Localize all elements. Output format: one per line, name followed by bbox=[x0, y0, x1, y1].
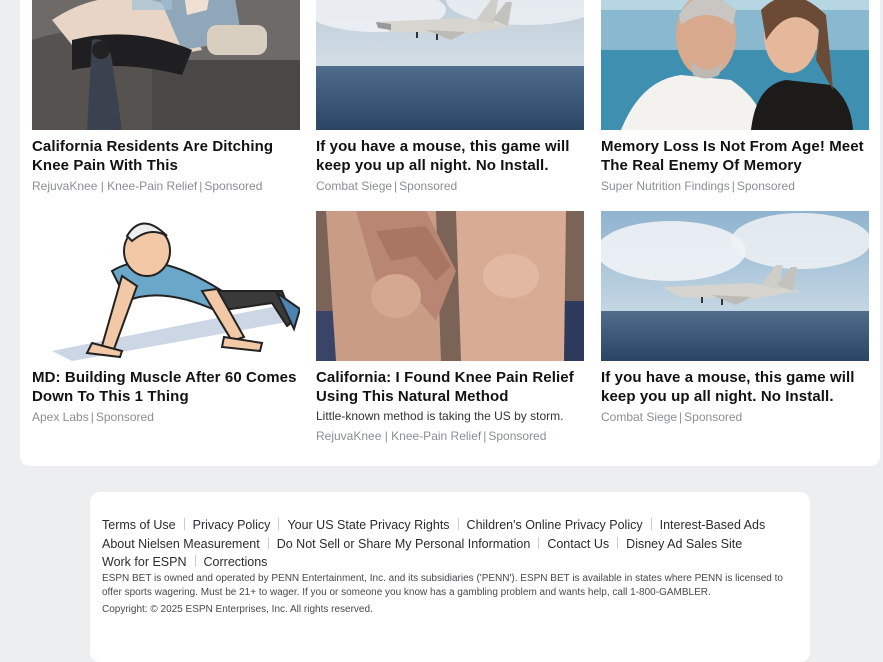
ad-source-name[interactable]: Combat Siege bbox=[601, 410, 677, 424]
footer-links-row: Work for ESPN Corrections bbox=[102, 553, 802, 572]
ad-title[interactable]: MD: Building Muscle After 60 Comes Down … bbox=[32, 368, 300, 406]
sponsored-label: Sponsored bbox=[488, 429, 547, 443]
footer-links: Terms of Use Privacy Policy Your US State … bbox=[102, 516, 802, 572]
divider bbox=[617, 536, 619, 549]
ad-title[interactable]: Memory Loss Is Not From Age! Meet The Re… bbox=[601, 137, 869, 175]
divider bbox=[538, 536, 540, 549]
ad-card[interactable]: Memory Loss Is Not From Age! Meet The Re… bbox=[601, 0, 869, 194]
fighter-jet-photo-icon bbox=[316, 0, 584, 130]
pushup-illustration-icon bbox=[32, 211, 300, 361]
legal-disclaimer: ESPN BET is owned and operated by PENN E… bbox=[102, 573, 783, 598]
footer-links-row: Terms of Use Privacy Policy Your US State … bbox=[102, 516, 802, 535]
divider bbox=[457, 518, 459, 530]
footer-link-do-not-sell[interactable]: Do Not Sell or Share My Personal Informa… bbox=[277, 535, 531, 554]
separator: | bbox=[394, 179, 398, 193]
ad-source[interactable]: Combat Siege | Sponsored bbox=[601, 410, 869, 425]
separator: | bbox=[483, 429, 487, 443]
divider bbox=[267, 536, 269, 549]
ad-source[interactable]: RejuvaKnee | Knee-Pain Relief | Sponsored bbox=[32, 179, 300, 194]
divider bbox=[194, 555, 196, 567]
ad-source-name[interactable]: RejuvaKnee | Knee-Pain Relief bbox=[316, 429, 481, 443]
ad-image-couple[interactable] bbox=[601, 0, 869, 130]
ad-source-name[interactable]: Combat Siege bbox=[316, 179, 392, 193]
sponsored-label: Sponsored bbox=[684, 410, 743, 424]
divider bbox=[278, 518, 280, 530]
ad-source[interactable]: RejuvaKnee | Knee-Pain Relief | Sponsored bbox=[316, 429, 584, 444]
footer-link-childrens-privacy[interactable]: Children's Online Privacy Policy bbox=[467, 516, 643, 535]
ad-image-pushup[interactable] bbox=[32, 211, 300, 361]
ad-title[interactable]: California: I Found Knee Pain Relief Usi… bbox=[316, 368, 584, 406]
couple-portrait-photo-icon bbox=[601, 0, 869, 130]
copyright-text: Copyright: © 2025 ESPN Enterprises, Inc.… bbox=[102, 604, 373, 615]
ad-card[interactable]: If you have a mouse, this game will keep… bbox=[316, 0, 584, 194]
fighter-jet-photo-icon bbox=[601, 211, 869, 361]
separator: | bbox=[90, 410, 94, 424]
ad-title[interactable]: If you have a mouse, this game will keep… bbox=[316, 137, 584, 175]
ad-title[interactable]: If you have a mouse, this game will keep… bbox=[601, 368, 869, 406]
footer-link-state-privacy[interactable]: Your US State Privacy Rights bbox=[287, 516, 449, 535]
site-footer: Terms of Use Privacy Policy Your US State … bbox=[90, 492, 810, 662]
sponsored-ads-panel: California Residents Are Ditching Knee P… bbox=[20, 0, 880, 466]
ad-source-name[interactable]: RejuvaKnee | Knee-Pain Relief bbox=[32, 179, 197, 193]
footer-link-contact[interactable]: Contact Us bbox=[547, 535, 609, 554]
sponsored-label: Sponsored bbox=[399, 179, 458, 193]
knee-brace-photo-icon bbox=[32, 0, 300, 130]
separator: | bbox=[679, 410, 683, 424]
separator: | bbox=[731, 179, 735, 193]
footer-link-interest-ads[interactable]: Interest-Based Ads bbox=[660, 516, 766, 535]
ad-source-name[interactable]: Super Nutrition Findings bbox=[601, 179, 730, 193]
separator: | bbox=[199, 179, 203, 193]
ad-source[interactable]: Apex Labs | Sponsored bbox=[32, 410, 300, 425]
footer-link-terms[interactable]: Terms of Use bbox=[102, 516, 176, 535]
ad-image-knee-closeup[interactable] bbox=[316, 211, 584, 361]
footer-links-row: About Nielsen Measurement Do Not Sell or … bbox=[102, 535, 802, 554]
ad-source[interactable]: Super Nutrition Findings | Sponsored bbox=[601, 179, 869, 194]
ad-image-knee-brace[interactable] bbox=[32, 0, 300, 130]
footer-link-corrections[interactable]: Corrections bbox=[204, 553, 268, 572]
ad-card[interactable]: California Residents Are Ditching Knee P… bbox=[32, 0, 300, 194]
ad-card[interactable]: MD: Building Muscle After 60 Comes Down … bbox=[32, 211, 300, 425]
footer-link-work-for-espn[interactable]: Work for ESPN bbox=[102, 553, 187, 572]
ad-source[interactable]: Combat Siege | Sponsored bbox=[316, 179, 584, 194]
sponsored-label: Sponsored bbox=[204, 179, 263, 193]
footer-link-privacy[interactable]: Privacy Policy bbox=[193, 516, 271, 535]
footer-link-disney-ad-sales[interactable]: Disney Ad Sales Site bbox=[626, 535, 742, 554]
ad-image-fighter-jet[interactable] bbox=[601, 211, 869, 361]
sponsored-label: Sponsored bbox=[95, 410, 154, 424]
ad-card[interactable]: California: I Found Knee Pain Relief Usi… bbox=[316, 211, 584, 444]
footer-link-nielsen[interactable]: About Nielsen Measurement bbox=[102, 535, 260, 554]
divider bbox=[650, 518, 652, 530]
ad-title[interactable]: California Residents Are Ditching Knee P… bbox=[32, 137, 300, 175]
ad-description[interactable]: Little-known method is taking the US by … bbox=[316, 409, 584, 424]
sponsored-label: Sponsored bbox=[736, 179, 795, 193]
divider bbox=[183, 518, 185, 530]
knee-closeup-photo-icon bbox=[316, 211, 584, 361]
ad-image-fighter-jet[interactable] bbox=[316, 0, 584, 130]
ad-card[interactable]: If you have a mouse, this game will keep… bbox=[601, 211, 869, 425]
ad-source-name[interactable]: Apex Labs bbox=[32, 410, 89, 424]
